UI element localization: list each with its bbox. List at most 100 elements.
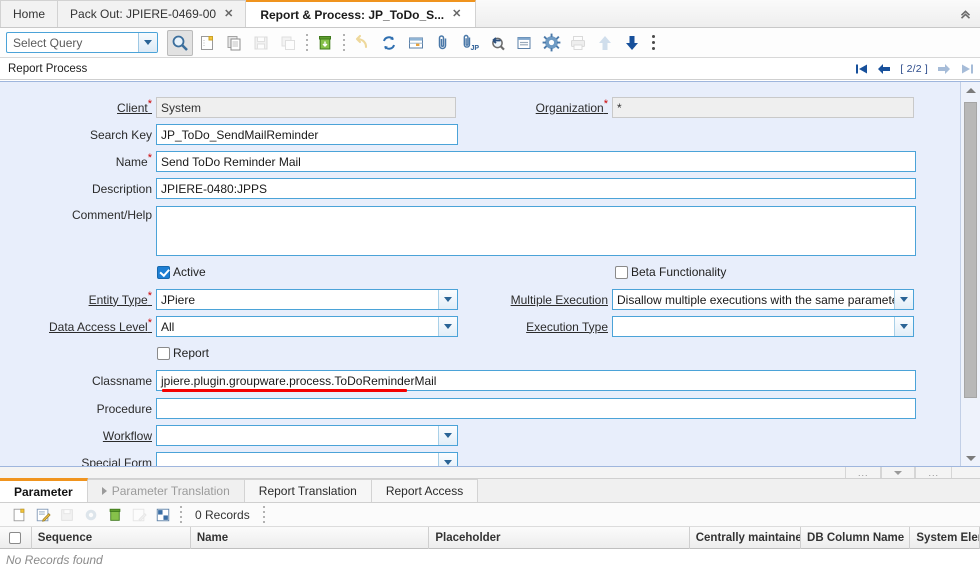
special-form-combo[interactable] [156, 452, 458, 466]
grid-process-button[interactable] [80, 504, 102, 526]
execution-type-combo[interactable] [612, 316, 914, 337]
tab-label: Parameter [14, 484, 73, 499]
chevron-down-icon[interactable] [438, 453, 457, 466]
tab-report-access[interactable]: Report Access [371, 479, 479, 502]
tab-parameter-translation[interactable]: Parameter Translation [87, 479, 245, 502]
close-icon[interactable]: ✕ [224, 8, 233, 20]
grid-delete-button[interactable] [104, 504, 126, 526]
search-key-input[interactable]: JP_ToDo_SendMailReminder [156, 124, 458, 145]
comment-help-textarea[interactable] [156, 206, 916, 256]
grid-undo-button[interactable] [128, 504, 150, 526]
field-label-special-form: Special Form [81, 455, 152, 467]
field-row-data-access-level: Data Access Level* All [0, 316, 462, 337]
select-query-value: Select Query [13, 35, 83, 50]
select-query-dropdown[interactable]: Select Query [6, 32, 158, 53]
grid-toolbar-separator [176, 505, 185, 525]
attachment-button[interactable] [430, 30, 456, 56]
last-record-icon[interactable] [960, 62, 974, 76]
scroll-up-arrow-icon[interactable] [961, 82, 980, 98]
previous-record-icon[interactable] [877, 62, 891, 76]
grid-header-db-column-name[interactable]: DB Column Name [801, 526, 911, 549]
find-button[interactable] [167, 29, 193, 56]
scroll-down-arrow-icon[interactable] [961, 450, 980, 466]
arrow-down-icon [626, 35, 638, 50]
refresh-undo-button[interactable] [349, 30, 375, 56]
splitter-grip-left[interactable]: ... [844, 467, 882, 478]
grid-save-button[interactable] [56, 504, 78, 526]
grid-toggle-button[interactable] [403, 30, 429, 56]
double-chevron-up-icon[interactable] [954, 3, 976, 25]
pane-splitter[interactable]: ... ... [0, 467, 980, 479]
chevron-down-icon[interactable] [138, 33, 157, 52]
report-checkbox[interactable]: Report [157, 346, 209, 360]
field-label-client: Client* [117, 97, 152, 115]
checkbox-unchecked-icon[interactable] [157, 346, 170, 360]
gear-icon [85, 509, 97, 520]
tab-parameter[interactable]: Parameter [0, 478, 88, 502]
beta-functionality-label: Beta Functionality [631, 265, 727, 279]
field-row-classname: Classname jpiere.plugin.groupware.proces… [0, 370, 920, 391]
table-grid-icon [409, 37, 423, 48]
data-access-level-value: All [161, 319, 175, 334]
grid-new-button[interactable] [8, 504, 30, 526]
more-actions-button[interactable] [646, 30, 660, 56]
process-button[interactable] [538, 30, 564, 56]
grid-edit-button[interactable] [32, 504, 54, 526]
data-access-level-combo[interactable]: All [156, 316, 458, 337]
new-record-button[interactable] [194, 30, 220, 56]
tab-report-translation[interactable]: Report Translation [244, 479, 372, 502]
procedure-input[interactable] [156, 398, 916, 419]
chevron-down-icon[interactable] [894, 317, 913, 336]
zoom-across-button[interactable] [484, 30, 510, 56]
client-field[interactable]: System [156, 97, 456, 118]
classname-input[interactable]: jpiere.plugin.groupware.process.ToDoRemi… [156, 370, 916, 391]
grid-toggle-view-button[interactable] [152, 504, 174, 526]
chevron-down-icon[interactable] [438, 290, 457, 309]
grid-header-centrally-maintained[interactable]: Centrally maintained [690, 526, 802, 549]
undo-changes-button[interactable] [275, 30, 301, 56]
record-info-button[interactable] [511, 30, 537, 56]
triangle-down-icon[interactable] [881, 467, 916, 478]
beta-functionality-checkbox[interactable]: Beta Functionality [615, 265, 726, 279]
grid-header-name[interactable]: Name [191, 526, 430, 549]
grid-header-system-element[interactable]: System Elemen [910, 526, 980, 549]
field-label-multiple-execution: Multiple Execution [510, 292, 608, 307]
name-input[interactable]: Send ToDo Reminder Mail [156, 151, 916, 172]
workflow-combo[interactable] [156, 425, 458, 446]
active-checkbox[interactable]: Active [157, 265, 206, 279]
entity-type-combo[interactable]: JPiere [156, 289, 458, 310]
chat-attachment-button[interactable]: JP [457, 30, 483, 56]
window-tab-home[interactable]: Home [0, 0, 59, 27]
record-position: [ 2/2 ] [900, 62, 928, 75]
grid-header-placeholder[interactable]: Placeholder [429, 526, 690, 549]
refresh-button[interactable] [376, 30, 402, 56]
organization-field[interactable]: * [612, 97, 914, 118]
copy-record-button[interactable] [221, 30, 247, 56]
grid-header-sequence[interactable]: Sequence [32, 526, 191, 549]
description-input[interactable]: JPIERE-0480:JPPS [156, 178, 916, 199]
parent-record-button[interactable] [592, 30, 618, 56]
window-tab-pack-out[interactable]: Pack Out: JPIERE-0469-00 ✕ [58, 0, 247, 27]
detail-record-button[interactable] [619, 30, 645, 56]
chevron-down-icon[interactable] [438, 426, 457, 445]
chevron-down-icon[interactable] [894, 290, 913, 309]
window-tab-label: Report & Process: JP_ToDo_S... [260, 7, 445, 22]
grid-header-select-all[interactable] [0, 526, 32, 549]
chevron-down-icon[interactable] [438, 317, 457, 336]
splitter-grip-right[interactable]: ... [915, 467, 952, 478]
next-record-icon[interactable] [937, 62, 951, 76]
new-document-icon [201, 35, 213, 50]
print-button[interactable] [565, 30, 591, 56]
save-record-button[interactable] [248, 30, 274, 56]
checkbox-unchecked-icon[interactable] [615, 265, 628, 279]
close-icon[interactable]: ✕ [452, 9, 461, 20]
window-tab-bar: Home Pack Out: JPIERE-0469-00 ✕ Report &… [0, 0, 980, 28]
checkbox-unchecked-icon[interactable] [9, 531, 22, 544]
first-record-icon[interactable] [854, 62, 868, 76]
window-tab-report-process[interactable]: Report & Process: JP_ToDo_S... ✕ [246, 0, 477, 27]
delete-record-button[interactable] [312, 30, 338, 56]
checkbox-checked-icon[interactable] [157, 265, 170, 279]
multiple-execution-combo[interactable]: Disallow multiple executions with the sa… [612, 289, 914, 310]
scrollbar-thumb[interactable] [964, 102, 977, 398]
form-vertical-scrollbar[interactable] [960, 82, 980, 466]
